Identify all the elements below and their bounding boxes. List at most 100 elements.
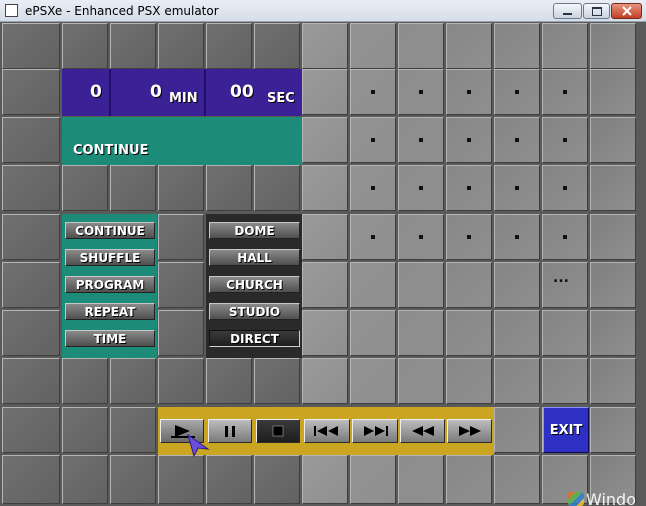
grid-tile (62, 23, 108, 69)
track-slot[interactable] (446, 117, 492, 163)
grid-tile (254, 165, 300, 211)
track-slot[interactable] (494, 69, 540, 115)
grid-tile (590, 310, 636, 356)
grid-tile (158, 23, 204, 69)
grid-tile (398, 23, 444, 69)
grid-tile (110, 23, 156, 69)
grid-tile (494, 407, 540, 453)
grid-tile (494, 358, 540, 404)
previous-track-button[interactable] (304, 419, 350, 443)
grid-tile (110, 407, 156, 453)
track-slot[interactable] (494, 214, 540, 260)
track-slot[interactable] (542, 165, 588, 211)
grid-tile (302, 69, 348, 115)
grid-tile (302, 262, 348, 308)
track-slot[interactable] (542, 214, 588, 260)
track-slot[interactable] (398, 214, 444, 260)
play-mode-label: CONTINUE (73, 143, 149, 158)
fast-forward-icon (458, 426, 481, 436)
grid-tile (590, 407, 636, 453)
grid-tile (590, 69, 636, 115)
sound-field-options: DOME HALL CHURCH STUDIO DIRECT (206, 214, 302, 358)
time-button[interactable]: TIME (65, 330, 155, 347)
track-slot[interactable] (446, 214, 492, 260)
track-slot[interactable] (398, 69, 444, 115)
grid-tile (350, 262, 396, 308)
track-slot[interactable] (446, 69, 492, 115)
track-slot[interactable] (542, 69, 588, 115)
grid-tile (494, 23, 540, 69)
grid-tile (590, 214, 636, 260)
grid-tile (2, 214, 60, 260)
next-track-icon (364, 426, 388, 436)
close-button[interactable] (611, 3, 642, 19)
grid-tile (590, 262, 636, 308)
track-slot[interactable] (494, 117, 540, 163)
direct-button[interactable]: DIRECT (209, 330, 300, 347)
minimize-button[interactable] (553, 3, 582, 19)
track-slot[interactable] (446, 165, 492, 211)
exit-button[interactable]: EXIT (543, 407, 589, 453)
grid-tile (302, 214, 348, 260)
grid-tile (62, 358, 108, 404)
grid-tile (254, 455, 300, 504)
grid-tile (206, 455, 252, 504)
grid-tile (2, 358, 60, 404)
stop-icon (272, 425, 284, 437)
track-slot[interactable] (398, 117, 444, 163)
grid-tile (350, 358, 396, 404)
pointer-cursor-icon (187, 433, 210, 457)
track-slot[interactable] (350, 214, 396, 260)
windows-watermark: Windo (566, 486, 646, 506)
grid-tile (62, 165, 108, 211)
app-window-icon (5, 4, 18, 17)
grid-tile (350, 310, 396, 356)
window-title: ePSXe - Enhanced PSX emulator (25, 4, 219, 18)
hall-button[interactable]: HALL (209, 249, 300, 266)
grid-tile (2, 455, 60, 504)
track-number: 0 (90, 82, 102, 102)
grid-tile (254, 23, 300, 69)
title-bar: ePSXe - Enhanced PSX emulator (0, 0, 646, 22)
repeat-button[interactable]: REPEAT (65, 303, 155, 320)
seconds-unit: SEC (267, 91, 295, 106)
maximize-button[interactable] (583, 3, 610, 19)
track-slot[interactable] (350, 165, 396, 211)
track-slot[interactable] (350, 117, 396, 163)
grid-tile (494, 310, 540, 356)
grid-tile (542, 310, 588, 356)
pause-icon (225, 426, 235, 437)
church-button[interactable]: CHURCH (209, 276, 300, 293)
stop-button[interactable] (256, 419, 300, 443)
track-slot[interactable] (542, 117, 588, 163)
grid-tile (542, 23, 588, 69)
track-slot[interactable] (494, 165, 540, 211)
windows-watermark-text: Windo (586, 490, 636, 506)
more-tracks-indicator[interactable]: ... (553, 270, 569, 286)
next-track-button[interactable] (352, 419, 398, 443)
fast-forward-button[interactable] (447, 419, 492, 443)
grid-tile (590, 23, 636, 69)
continue-button[interactable]: CONTINUE (65, 222, 155, 239)
program-button[interactable]: PROGRAM (65, 276, 155, 293)
grid-tile (494, 262, 540, 308)
dome-button[interactable]: DOME (209, 222, 300, 239)
grid-tile (254, 358, 300, 404)
shuffle-button[interactable]: SHUFFLE (65, 249, 155, 266)
grid-tile (446, 358, 492, 404)
seconds-value: 00 (230, 82, 254, 102)
track-slot[interactable] (350, 69, 396, 115)
grid-tile (590, 165, 636, 211)
cd-player-panel: 0 0 MIN 00 SEC CONTINUE CONTINUE SHUFFLE… (0, 22, 646, 506)
grid-tile (446, 310, 492, 356)
grid-tile (2, 69, 60, 115)
grid-tile (2, 165, 60, 211)
pause-button[interactable] (208, 419, 252, 443)
grid-tile (2, 117, 60, 163)
time-display: 0 0 MIN 00 SEC (62, 69, 302, 116)
studio-button[interactable]: STUDIO (209, 303, 300, 320)
play-mode-display: CONTINUE (62, 117, 302, 165)
grid-tile (206, 358, 252, 404)
track-slot[interactable] (398, 165, 444, 211)
rewind-button[interactable] (400, 419, 445, 443)
